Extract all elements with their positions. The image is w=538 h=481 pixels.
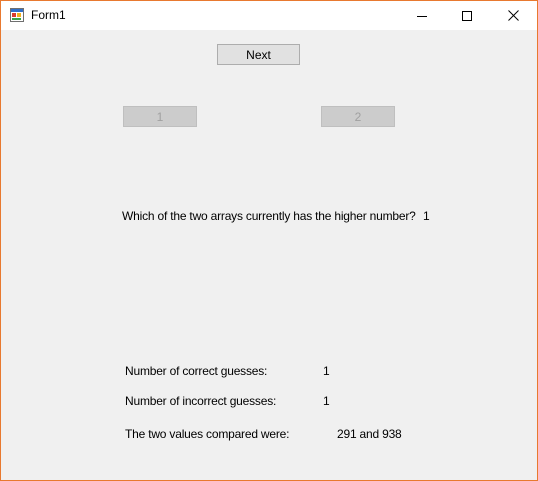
question-answer-value: 1 (423, 209, 430, 223)
compared-values-value: 291 and 938 (337, 427, 402, 441)
close-button[interactable] (490, 1, 536, 30)
correct-guesses-label: Number of correct guesses: (125, 364, 268, 378)
minimize-button[interactable] (399, 1, 445, 30)
question-label: Which of the two arrays currently has th… (122, 209, 416, 223)
minimize-icon (417, 15, 427, 17)
next-button[interactable]: Next (217, 44, 300, 65)
winforms-app-icon (10, 8, 24, 22)
form1-window: Form1 Next 1 2 Which of the two arrays c… (0, 0, 538, 481)
maximize-button[interactable] (444, 1, 490, 30)
incorrect-guesses-value: 1 (323, 394, 330, 408)
correct-guesses-value: 1 (323, 364, 330, 378)
form-client-area: Next 1 2 Which of the two arrays current… (1, 30, 537, 480)
incorrect-guesses-label: Number of incorrect guesses: (125, 394, 277, 408)
choice-button-2[interactable]: 2 (321, 106, 395, 127)
choice-button-1[interactable]: 1 (123, 106, 197, 127)
maximize-icon (462, 10, 472, 21)
close-icon (507, 10, 519, 21)
title-bar[interactable]: Form1 (1, 1, 537, 30)
compared-values-label: The two values compared were: (125, 427, 290, 441)
window-title: Form1 (31, 8, 66, 22)
